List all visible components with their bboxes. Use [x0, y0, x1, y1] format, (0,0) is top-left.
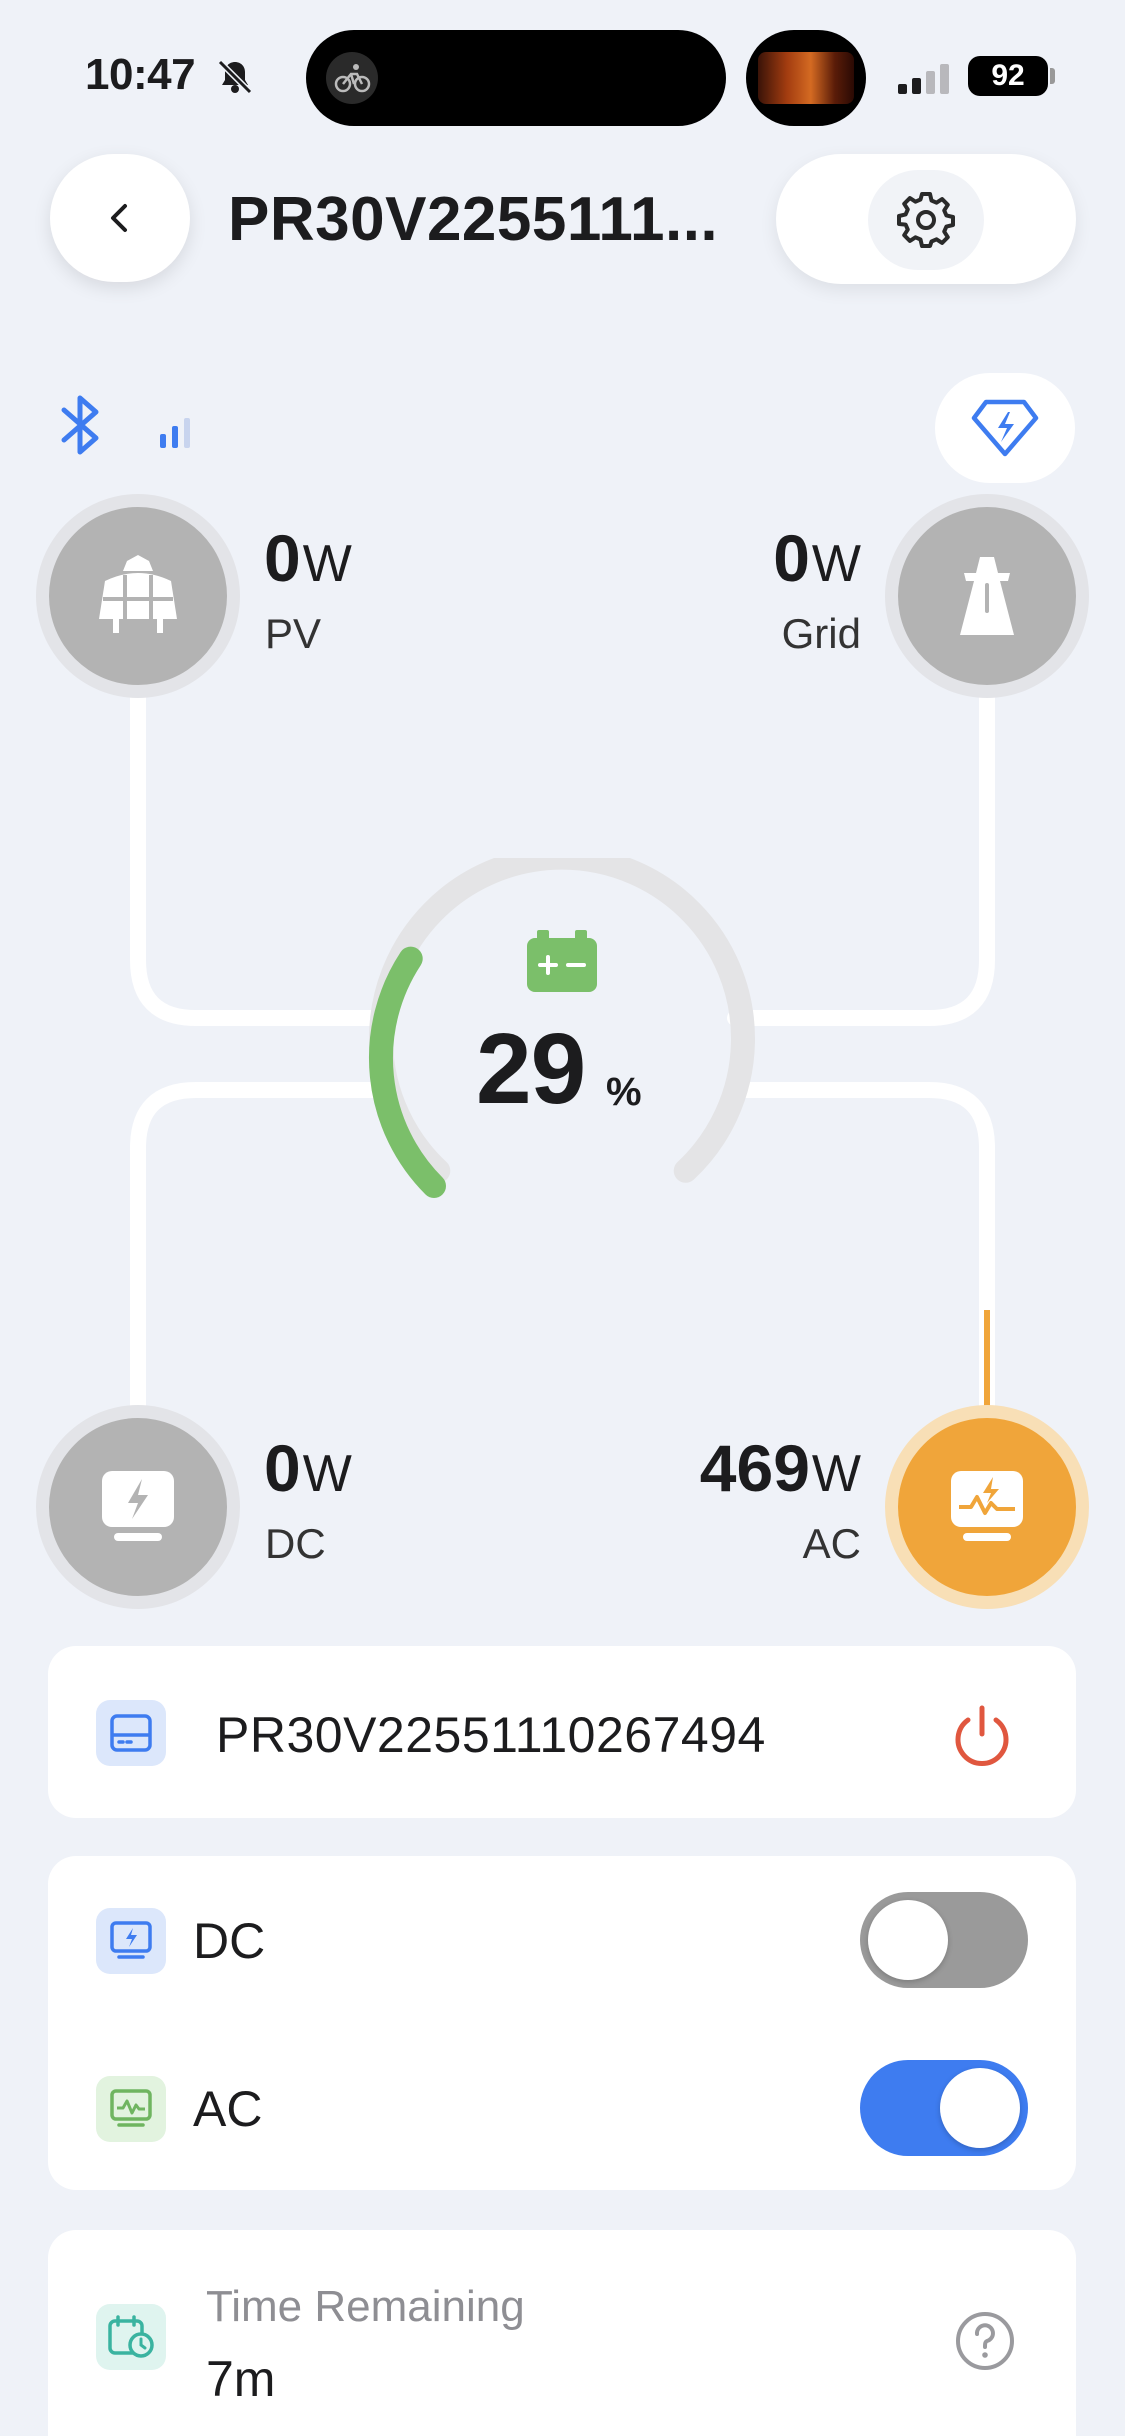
- dc-value: 0: [264, 1431, 301, 1505]
- pv-node[interactable]: [49, 507, 227, 685]
- energy-flow-lines: [130, 672, 995, 1432]
- solar-panel-icon: [99, 555, 177, 633]
- pv-power: 0W: [264, 520, 352, 596]
- question-icon[interactable]: [954, 2310, 1016, 2372]
- ac-label: AC: [802, 1520, 861, 1567]
- pv-unit: W: [302, 535, 352, 593]
- ac-value: 469: [699, 1431, 810, 1505]
- battery-percent-unit: %: [606, 1070, 642, 1114]
- power-tower-icon: [960, 557, 1014, 635]
- dc-output-label: DC: [193, 1913, 266, 1969]
- time-remaining-value: 7m: [206, 2351, 276, 2407]
- toggle-knob: [868, 1900, 948, 1980]
- device-name: PR30V22551110267494: [216, 1707, 766, 1763]
- grid-node[interactable]: [898, 507, 1076, 685]
- calendar-clock-icon: [96, 2304, 166, 2370]
- dc-screen-icon: [96, 1908, 166, 1974]
- dc-output-toggle[interactable]: [860, 1892, 1028, 1988]
- toggle-knob: [940, 2068, 1020, 2148]
- power-icon[interactable]: [946, 1700, 1018, 1772]
- ac-output-label: AC: [193, 2081, 263, 2137]
- dc-output-icon: [102, 1471, 174, 1541]
- ac-node[interactable]: [898, 1418, 1076, 1596]
- battery-percentage: 29: [476, 1013, 586, 1125]
- ac-unit: W: [811, 1445, 861, 1503]
- grid-label: Grid: [781, 610, 861, 657]
- dc-node[interactable]: [49, 1418, 227, 1596]
- ac-screen-icon: [96, 2076, 166, 2142]
- grid-value: 0: [773, 521, 810, 595]
- time-remaining-card: [48, 2230, 1076, 2436]
- pv-value: 0: [264, 521, 301, 595]
- pv-label: PV: [265, 610, 322, 657]
- ac-output-icon: [951, 1471, 1023, 1541]
- dc-power: 0W: [264, 1430, 352, 1506]
- grid-unit: W: [811, 535, 861, 593]
- ac-power: 469W: [700, 1430, 861, 1506]
- device-icon: [96, 1700, 166, 1766]
- dc-label: DC: [265, 1520, 326, 1567]
- battery-icon: [527, 930, 597, 992]
- grid-power: 0W: [773, 520, 861, 596]
- time-remaining-label: Time Remaining: [206, 2282, 525, 2331]
- ac-output-toggle[interactable]: [860, 2060, 1028, 2156]
- dc-unit: W: [302, 1445, 352, 1503]
